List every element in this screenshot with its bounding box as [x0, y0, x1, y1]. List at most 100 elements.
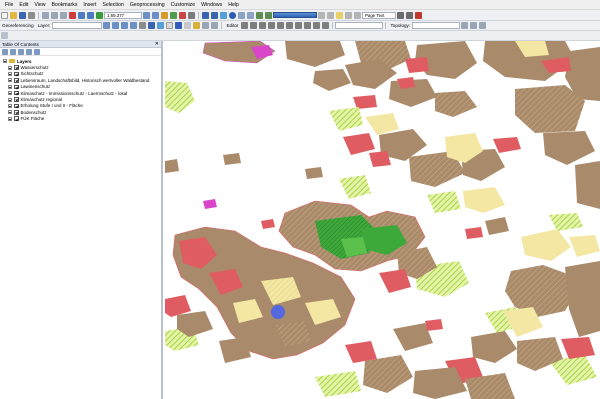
create-features-icon[interactable] — [322, 22, 330, 29]
add-data-icon[interactable] — [96, 11, 103, 19]
measure-tool-icon[interactable] — [202, 22, 210, 29]
bold-icon[interactable] — [397, 11, 404, 19]
layer-visibility-checkbox[interactable] — [14, 71, 19, 77]
info-icon[interactable] — [175, 22, 183, 29]
delete-icon[interactable] — [69, 11, 76, 19]
trace-icon[interactable] — [268, 22, 276, 29]
expand-icon[interactable] — [8, 71, 12, 76]
options-icon[interactable] — [34, 48, 40, 55]
forest-areas-north[interactable] — [202, 41, 600, 209]
find-icon[interactable] — [354, 11, 361, 19]
fixed-zoom-out-icon[interactable] — [247, 11, 254, 19]
pan-tool-icon[interactable] — [157, 22, 165, 29]
toc-icon[interactable] — [152, 11, 159, 19]
redo-icon[interactable] — [87, 11, 94, 19]
select-elements-icon[interactable] — [318, 11, 325, 19]
map-scale-combo[interactable]: 1:69.377 — [104, 11, 142, 19]
layer-visibility-checkbox[interactable] — [14, 97, 19, 102]
list-by-selection-icon[interactable] — [26, 48, 32, 55]
paste-icon[interactable] — [60, 11, 67, 19]
sketch-properties-icon[interactable] — [313, 22, 321, 29]
layer-combo[interactable] — [52, 22, 103, 29]
bookmark-icon[interactable] — [193, 22, 201, 29]
menu-windows[interactable]: Windows — [198, 0, 225, 10]
expand-icon[interactable] — [8, 110, 12, 115]
map-view[interactable] — [165, 41, 600, 399]
fixed-zoom-in-icon[interactable] — [238, 11, 245, 19]
point-icon[interactable] — [277, 22, 285, 29]
layer-row[interactable]: Lebensraum, Landschaftsbild, Historisch … — [3, 77, 161, 83]
menu-geoprocessing[interactable]: Geoprocessing — [127, 0, 168, 10]
menu-insert[interactable]: Insert — [80, 0, 99, 10]
map-canvas[interactable] — [165, 41, 600, 399]
rotate-edit-icon[interactable] — [295, 22, 303, 29]
menu-file[interactable]: File — [2, 0, 16, 10]
rotate-icon[interactable] — [103, 22, 111, 29]
topology-validate-icon[interactable] — [470, 22, 478, 29]
layer-visibility-checkbox[interactable] — [14, 103, 19, 109]
menu-bookmarks[interactable]: Bookmarks — [48, 0, 80, 10]
open-folder-icon[interactable] — [10, 11, 17, 19]
expand-icon[interactable] — [8, 91, 12, 96]
expand-icon[interactable] — [8, 97, 12, 102]
attributes-icon[interactable] — [304, 22, 312, 29]
georeferencing-label[interactable]: Georeferencing — [0, 23, 36, 28]
zoom-in-icon[interactable] — [202, 11, 209, 19]
layer-visibility-checkbox[interactable] — [14, 84, 19, 89]
forward-extent-icon[interactable] — [265, 11, 272, 19]
add-control-points-icon[interactable] — [121, 22, 129, 29]
font-color-icon[interactable] — [415, 11, 422, 19]
expand-icon[interactable] — [8, 78, 12, 83]
editor-menu[interactable]: Editor — [224, 23, 240, 28]
layer-visibility-checkbox[interactable] — [14, 65, 19, 70]
menu-help[interactable]: Help — [225, 0, 242, 10]
edit-annotation-icon[interactable] — [250, 22, 258, 29]
copy-icon[interactable] — [51, 11, 58, 19]
shift-icon[interactable] — [112, 22, 120, 29]
edit-target-combo[interactable] — [335, 22, 384, 29]
italic-icon[interactable] — [406, 11, 413, 19]
new-document-icon[interactable] — [1, 11, 8, 19]
layer-row[interactable]: FÜK Fläche — [3, 116, 161, 122]
layer-visibility-checkbox[interactable] — [14, 90, 19, 96]
collapse-icon[interactable] — [3, 59, 7, 64]
expand-icon[interactable] — [8, 103, 12, 108]
measure-icon[interactable] — [345, 11, 352, 19]
page-text-combo[interactable]: Page Text — [362, 11, 396, 19]
layer-visibility-checkbox[interactable] — [14, 78, 19, 83]
edit-tool-icon[interactable] — [241, 22, 249, 29]
expand-icon[interactable] — [8, 65, 12, 70]
globe-full-extent-icon[interactable] — [229, 11, 236, 19]
toolbar-grip-icon[interactable] — [1, 32, 8, 39]
selected-location-marker[interactable] — [271, 305, 285, 319]
menu-view[interactable]: View — [31, 0, 48, 10]
layer-visibility-checkbox[interactable] — [14, 116, 19, 121]
menu-edit[interactable]: Edit — [16, 0, 31, 10]
close-icon[interactable]: ✕ — [155, 41, 159, 48]
expand-icon[interactable] — [8, 84, 12, 89]
drawing-color-bar[interactable] — [273, 12, 317, 18]
html-popup-icon[interactable] — [211, 22, 219, 29]
error-inspector-icon[interactable] — [479, 22, 487, 29]
layer-visibility-checkbox[interactable] — [14, 110, 19, 115]
editor-toolbar-icon[interactable] — [143, 11, 150, 19]
menu-selection[interactable]: Selection — [99, 0, 126, 10]
expand-icon[interactable] — [8, 116, 12, 121]
central-forest-complex[interactable] — [165, 200, 437, 363]
topology-edit-icon[interactable] — [461, 22, 469, 29]
undo-icon[interactable] — [78, 11, 85, 19]
east-forest-cluster[interactable] — [345, 261, 600, 399]
list-by-drawing-order-icon[interactable] — [2, 48, 8, 55]
print-icon[interactable] — [28, 11, 35, 19]
list-by-source-icon[interactable] — [10, 48, 16, 55]
split-icon[interactable] — [286, 22, 294, 29]
straight-segment-icon[interactable] — [259, 22, 267, 29]
select-features-icon[interactable] — [166, 22, 174, 29]
pan-icon[interactable] — [220, 11, 227, 19]
catalog-icon[interactable] — [161, 11, 168, 19]
list-by-visibility-icon[interactable] — [18, 48, 24, 55]
arrow-select-icon[interactable] — [184, 22, 192, 29]
hyperlink-icon[interactable] — [336, 11, 343, 19]
link-table-icon[interactable] — [130, 22, 138, 29]
menu-customize[interactable]: Customize — [168, 0, 199, 10]
